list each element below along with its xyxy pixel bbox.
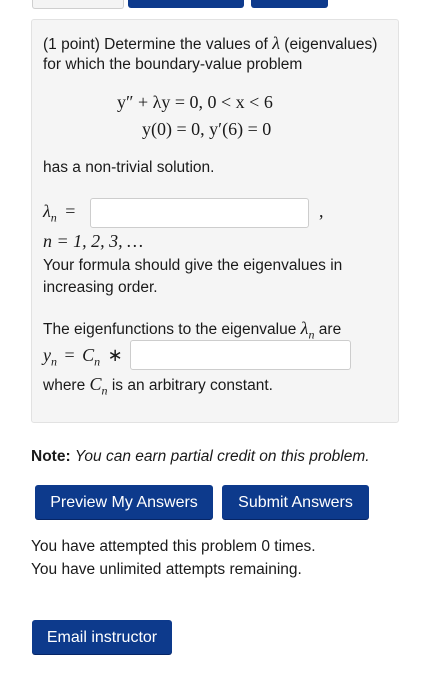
note-label: Note: bbox=[31, 448, 71, 465]
email-instructor-button[interactable]: Email instructor bbox=[32, 620, 172, 654]
differential-equation: y″ + λy = 0, 0 < x < 6 bbox=[117, 92, 273, 112]
note-text: You can earn partial credit on this prob… bbox=[74, 448, 370, 465]
where-text: where Cn is an arbitrary constant. bbox=[43, 374, 273, 398]
submit-answers-button[interactable]: Submit Answers bbox=[222, 485, 369, 519]
lambda-comma: , bbox=[319, 201, 324, 221]
eigenfunction-answer-input[interactable] bbox=[130, 340, 351, 370]
order-line1: Your formula should give the eigenvalues… bbox=[43, 257, 343, 274]
top-button-partial-3[interactable] bbox=[251, 0, 328, 8]
order-line2: increasing order. bbox=[43, 279, 158, 296]
nontrivial-text: has a non-trivial solution. bbox=[43, 159, 215, 176]
lambda-answer-input[interactable] bbox=[90, 198, 309, 228]
top-button-partial-2[interactable] bbox=[128, 0, 244, 8]
attempts-count-text: You have attempted this problem 0 times. bbox=[31, 538, 316, 555]
attempts-remaining-text: You have unlimited attempts remaining. bbox=[31, 561, 302, 578]
boundary-conditions: y(0) = 0, y′(6) = 0 bbox=[142, 119, 272, 139]
problem-intro-line1: (1 point) Determine the values of λ (eig… bbox=[43, 33, 378, 53]
top-button-partial-1[interactable] bbox=[32, 0, 124, 9]
problem-panel: (1 point) Determine the values of λ (eig… bbox=[31, 19, 399, 423]
yn-label: yn = Cn ∗ bbox=[43, 345, 123, 369]
preview-answers-button[interactable]: Preview My Answers bbox=[35, 485, 213, 519]
lambda-n-label: λn = bbox=[43, 201, 76, 225]
n-range: n = 1, 2, 3, … bbox=[43, 231, 144, 251]
partial-credit-note: Note: You can earn partial credit on thi… bbox=[31, 448, 370, 466]
problem-intro-line2: for which the boundary-value problem bbox=[43, 56, 303, 73]
